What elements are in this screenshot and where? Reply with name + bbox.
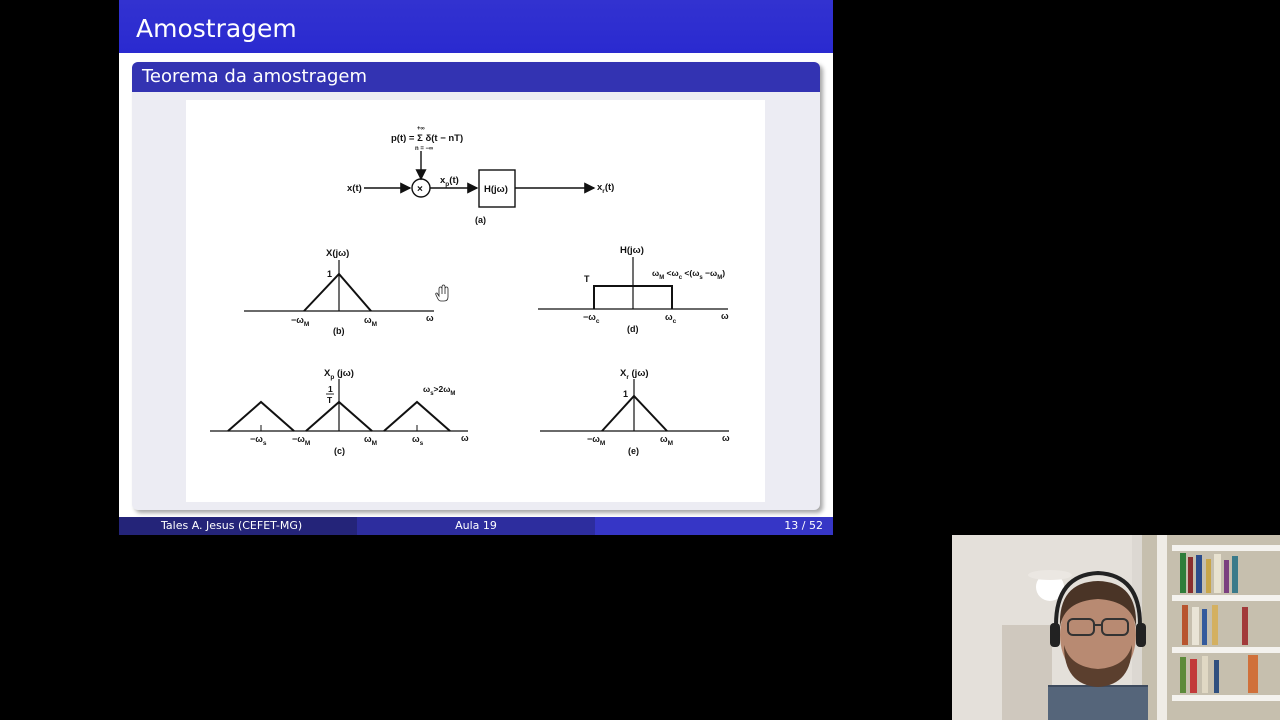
panel-a-block-diagram: p(t) = Σ δ(t − nT) +∞ n = −∞ x(t) × xp(t… bbox=[347, 126, 614, 225]
sum-lower-limit: n = −∞ bbox=[415, 146, 433, 152]
c-axis-label: ω bbox=[461, 433, 469, 443]
panel-d-filter-response: H(jω) T ωM <ωc <(ωs −ωM) −ωc ωc ω (d) bbox=[538, 245, 729, 334]
c-tick-label-neg-ws: −ωs bbox=[250, 434, 267, 447]
footer-author: Tales A. Jesus (CEFET-MG) bbox=[161, 519, 303, 532]
presentation-slide: Amostragem Teorema da amostragem p(t) = … bbox=[119, 0, 833, 535]
e-peak-label: 1 bbox=[623, 389, 628, 399]
d-height-label: T bbox=[584, 274, 590, 284]
caption-c: (c) bbox=[334, 446, 345, 456]
d-pos-label: ωc bbox=[665, 312, 677, 325]
c-condition: ωs>2ωM bbox=[423, 384, 455, 397]
hand-cursor-icon bbox=[435, 284, 449, 302]
theorem-block: Teorema da amostragem p(t) = Σ δ(t − nT)… bbox=[132, 62, 820, 510]
multiplier-symbol: × bbox=[417, 184, 423, 195]
footer-page-segment: 13 / 52 bbox=[595, 517, 833, 535]
d-axis-label: ω bbox=[721, 311, 729, 321]
caption-a: (a) bbox=[475, 215, 486, 225]
footer-page-number: 13 / 52 bbox=[784, 519, 823, 532]
c-tick-label-ws: ωs bbox=[412, 434, 424, 447]
caption-d: (d) bbox=[627, 324, 639, 334]
c-tick-label-neg-wm: −ωM bbox=[292, 434, 310, 447]
input-signal-label: x(t) bbox=[347, 183, 362, 194]
frame-title-bar: Amostragem bbox=[119, 0, 833, 53]
b-title: X(jω) bbox=[326, 248, 349, 259]
panel-c-sampled-spectrum: Xp (jω) 1 T ωs>2ωM −ωs −ωM ωM ωs ω (c) bbox=[210, 368, 469, 456]
c-tick-label-wm: ωM bbox=[364, 434, 377, 447]
e-axis-label: ω bbox=[722, 433, 730, 443]
panel-e-reconstructed-spectrum: Xr (jω) 1 −ωM ωM ω (e) bbox=[540, 368, 730, 456]
sampling-figure: p(t) = Σ δ(t − nT) +∞ n = −∞ x(t) × xp(t… bbox=[186, 100, 765, 502]
sum-upper-limit: +∞ bbox=[417, 126, 425, 132]
footer-title: Aula 19 bbox=[455, 519, 497, 532]
d-condition: ωM <ωc <(ωs −ωM) bbox=[652, 268, 725, 281]
e-neg-label: −ωM bbox=[587, 434, 605, 447]
b-peak-label: 1 bbox=[327, 269, 332, 279]
b-triangle-spectrum bbox=[303, 272, 372, 312]
b-axis-label: ω bbox=[426, 313, 434, 323]
caption-b: (b) bbox=[333, 326, 345, 336]
b-pos-label: ωM bbox=[364, 315, 377, 328]
caption-e: (e) bbox=[628, 446, 639, 456]
block-title: Teorema da amostragem bbox=[142, 66, 368, 87]
d-neg-label: −ωc bbox=[583, 312, 600, 325]
output-signal-label: xr(t) bbox=[597, 182, 614, 195]
e-pos-label: ωM bbox=[660, 434, 673, 447]
sampling-diagram: p(t) = Σ δ(t − nT) +∞ n = −∞ x(t) × xp(t… bbox=[210, 126, 730, 456]
b-neg-label: −ωM bbox=[291, 315, 309, 328]
c-peak-denominator: T bbox=[327, 395, 333, 405]
panel-b-input-spectrum: X(jω) 1 −ωM ωM ω (b) bbox=[244, 248, 434, 336]
d-title: H(jω) bbox=[620, 245, 644, 256]
c-peak-numerator: 1 bbox=[328, 384, 333, 394]
frame-title: Amostragem bbox=[136, 14, 297, 43]
sampled-signal-label: xp(t) bbox=[440, 175, 459, 188]
presenter-video-icon bbox=[952, 535, 1280, 720]
presenter-webcam bbox=[952, 535, 1280, 720]
block-title-bar: Teorema da amostragem bbox=[132, 62, 820, 92]
footer-title-segment: Aula 19 bbox=[357, 517, 595, 535]
filter-label: H(jω) bbox=[484, 184, 508, 195]
footer-bar: Tales A. Jesus (CEFET-MG) Aula 19 13 / 5… bbox=[119, 517, 833, 535]
impulse-train-label: p(t) = Σ δ(t − nT) bbox=[391, 133, 463, 144]
footer-author-segment: Tales A. Jesus (CEFET-MG) bbox=[119, 517, 357, 535]
